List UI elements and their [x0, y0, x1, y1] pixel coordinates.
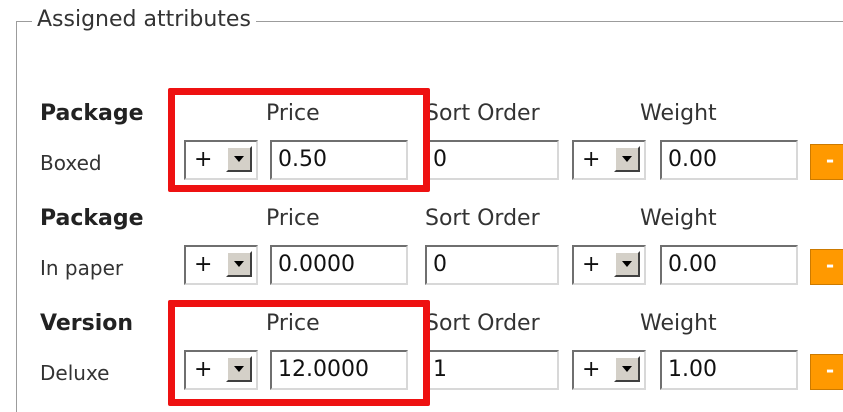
remove-attribute-button[interactable]: -	[810, 249, 843, 285]
weight-input[interactable]: 0.00	[660, 140, 798, 180]
attribute-name: Version	[40, 311, 134, 336]
price-highlight-box	[168, 88, 430, 192]
weight-input[interactable]: 0.00	[660, 245, 798, 285]
sort-order-header: Sort Order	[425, 101, 540, 126]
fieldset-legend: Assigned attributes	[32, 6, 256, 34]
dropdown-arrow-icon[interactable]	[614, 146, 640, 172]
sort-order-header: Sort Order	[425, 206, 540, 231]
attribute-value-label: Boxed	[40, 151, 102, 175]
weight-prefix-select[interactable]: +	[572, 350, 646, 390]
price-input[interactable]: 0.0000	[270, 245, 408, 285]
price-highlight-box	[168, 300, 430, 406]
sort-order-header: Sort Order	[425, 311, 540, 336]
remove-attribute-button[interactable]: -	[810, 144, 843, 180]
attribute-value-label: Deluxe	[40, 361, 110, 385]
weight-prefix-value: +	[582, 357, 601, 382]
weight-prefix-select[interactable]: +	[572, 140, 646, 180]
weight-header: Weight	[640, 101, 717, 126]
sort-order-input[interactable]: 0	[425, 245, 559, 285]
weight-header: Weight	[640, 311, 717, 336]
weight-prefix-select[interactable]: +	[572, 245, 646, 285]
weight-prefix-value: +	[582, 252, 601, 277]
dropdown-arrow-icon[interactable]	[614, 356, 640, 382]
attribute-row: Package Price Sort Order Weight In paper…	[0, 205, 843, 305]
weight-input[interactable]: 1.00	[660, 350, 798, 390]
assigned-attributes-panel: Assigned attributes Package Price Sort O…	[0, 0, 843, 412]
attribute-name: Package	[40, 101, 144, 126]
attribute-name: Package	[40, 206, 144, 231]
sort-order-input[interactable]: 0	[425, 140, 559, 180]
price-prefix-value: +	[194, 252, 213, 277]
weight-header: Weight	[640, 206, 717, 231]
dropdown-arrow-icon[interactable]	[614, 251, 640, 277]
dropdown-arrow-icon[interactable]	[226, 251, 252, 277]
price-prefix-select[interactable]: +	[184, 245, 258, 285]
remove-attribute-button[interactable]: -	[810, 354, 843, 390]
price-header: Price	[266, 206, 320, 231]
sort-order-input[interactable]: 1	[425, 350, 559, 390]
weight-prefix-value: +	[582, 147, 601, 172]
attribute-value-label: In paper	[40, 256, 124, 280]
